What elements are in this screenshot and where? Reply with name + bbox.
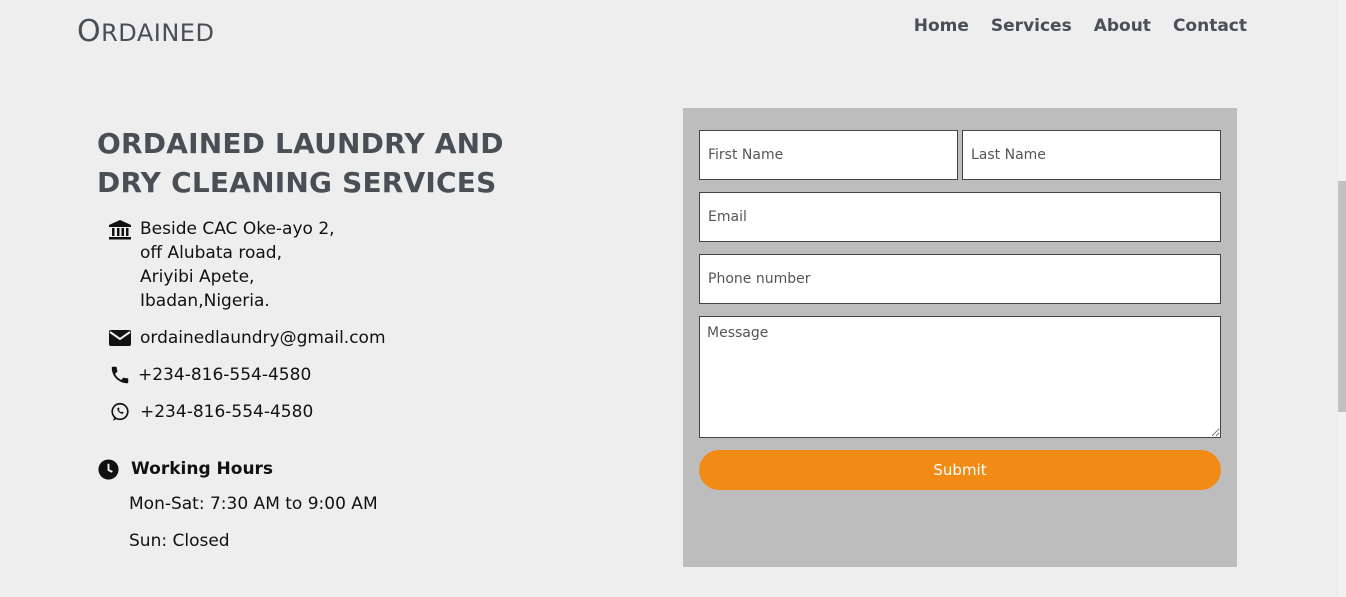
- phone-icon: [108, 363, 132, 387]
- scrollbar-thumb[interactable]: [1338, 181, 1346, 412]
- nav-home[interactable]: Home: [914, 16, 969, 36]
- clock-icon: [96, 457, 120, 481]
- address-line: off Alubata road,: [140, 243, 282, 263]
- whatsapp-icon: [108, 400, 132, 424]
- phone-text[interactable]: +234-816-554-4580: [138, 363, 311, 387]
- email-input[interactable]: [699, 192, 1221, 242]
- company-name: ORDAINED LAUNDRY AND DRY CLEANING SERVIC…: [97, 127, 504, 199]
- email-row: ordainedlaundry@gmail.com: [108, 326, 386, 350]
- contact-form-panel: Submit: [683, 108, 1237, 567]
- address-row: Beside CAC Oke-ayo 2, off Alubata road, …: [108, 217, 335, 313]
- phone-input[interactable]: [699, 254, 1221, 304]
- address-line: Ariyibi Apete,: [140, 267, 255, 287]
- main-nav: Home Services About Contact: [914, 16, 1247, 36]
- hours-sunday: Sun: Closed: [129, 531, 230, 551]
- message-textarea[interactable]: [699, 316, 1221, 438]
- whatsapp-row: +234-816-554-4580: [108, 400, 313, 424]
- nav-about[interactable]: About: [1094, 16, 1151, 36]
- nav-services[interactable]: Services: [991, 16, 1072, 36]
- address-line: Beside CAC Oke-ayo 2,: [140, 219, 335, 239]
- address-text: Beside CAC Oke-ayo 2, off Alubata road, …: [140, 217, 335, 313]
- address-line: Ibadan,Nigeria.: [140, 291, 270, 311]
- hours-weekday: Mon-Sat: 7:30 AM to 9:00 AM: [129, 494, 378, 514]
- whatsapp-text[interactable]: +234-816-554-4580: [140, 400, 313, 424]
- submit-button[interactable]: Submit: [699, 450, 1221, 490]
- contact-info: ORDAINED LAUNDRY AND DRY CLEANING SERVIC…: [97, 124, 577, 202]
- envelope-icon: [108, 326, 132, 350]
- bank-icon: [108, 217, 132, 241]
- logo-initial: O: [77, 14, 102, 49]
- working-hours-title: Working Hours: [131, 459, 274, 479]
- page-scrollbar[interactable]: [1338, 0, 1346, 597]
- site-logo[interactable]: ORDAINED: [77, 14, 214, 49]
- working-hours-header: Working Hours: [96, 457, 273, 481]
- first-name-input[interactable]: [699, 130, 958, 180]
- email-text[interactable]: ordainedlaundry@gmail.com: [140, 326, 386, 350]
- logo-rest: RDAINED: [101, 19, 215, 47]
- last-name-input[interactable]: [962, 130, 1221, 180]
- phone-row: +234-816-554-4580: [108, 363, 311, 387]
- nav-contact[interactable]: Contact: [1173, 16, 1247, 36]
